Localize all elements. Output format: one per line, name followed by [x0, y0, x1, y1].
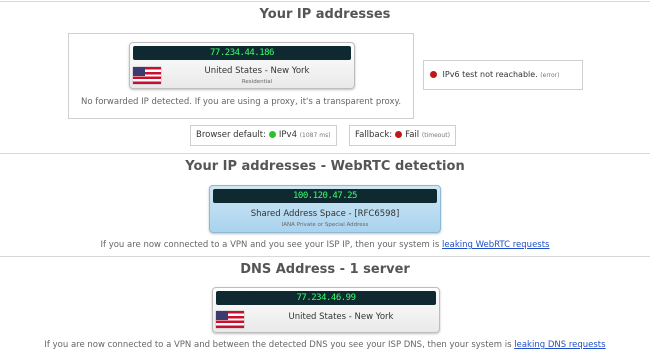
section-title-ip: Your IP addresses — [259, 7, 391, 22]
webrtc-note-text: If you are now connected to a VPN and yo… — [100, 240, 440, 250]
divider — [0, 256, 650, 257]
webrtc-sub: IANA Private or Special Address — [281, 222, 369, 228]
us-flag-icon — [216, 311, 244, 328]
ok-dot-icon — [268, 131, 276, 138]
browser-default-pill: Browser default: IPv4 (1087 ms) — [190, 125, 337, 146]
dns-note-text: If you are now connected to a VPN and be… — [44, 340, 512, 350]
ipv6-label: IPv6 test not reachable. — [442, 70, 538, 79]
section-title-dns: DNS Address - 1 server — [240, 262, 410, 277]
ip-results-box: 77.234.44.186 United States - New York R… — [68, 33, 414, 119]
error-dot-icon — [430, 71, 437, 78]
ip-card: 77.234.44.186 United States - New York R… — [129, 42, 355, 89]
divider — [0, 153, 650, 154]
dns-location: United States - New York — [288, 312, 394, 322]
webrtc-leak-link[interactable]: leaking WebRTC requests — [442, 240, 549, 250]
webrtc-ip-display[interactable]: 100.120.47.25 — [213, 189, 437, 203]
top-divider — [0, 1, 650, 2]
browser-default-time: (1087 ms) — [299, 132, 331, 139]
dns-leak-link[interactable]: leaking DNS requests — [514, 340, 605, 350]
ipv6-box: IPv6 test not reachable. (error) — [423, 60, 583, 90]
fallback-value: Fail — [405, 130, 420, 140]
ip-address-display[interactable]: 77.234.44.186 — [133, 46, 351, 60]
fallback-label: Fallback: — [355, 130, 393, 140]
ipv6-status: (error) — [540, 72, 560, 79]
forwarded-ip-note: No forwarded IP detected. If you are usi… — [80, 97, 402, 107]
webrtc-card: 100.120.47.25 Shared Address Space - [RF… — [209, 185, 441, 233]
fallback-status: (timeout) — [421, 132, 450, 139]
error-dot-icon — [395, 131, 403, 138]
browser-default-value: IPv4 — [278, 130, 297, 140]
browser-default-label: Browser default: — [196, 130, 266, 140]
dns-ip-display[interactable]: 77.234.46.99 — [216, 291, 436, 305]
dns-note: If you are now connected to a VPN and be… — [0, 340, 650, 350]
section-title-webrtc: Your IP addresses - WebRTC detection — [185, 159, 465, 174]
ip-type: Residential — [241, 79, 273, 85]
fallback-pill: Fallback: Fail (timeout) — [349, 125, 456, 146]
dns-card: 77.234.46.99 United States - New York — [212, 287, 440, 333]
webrtc-description: Shared Address Space - [RFC6598] — [250, 209, 400, 219]
us-flag-icon — [133, 67, 161, 84]
webrtc-note: If you are now connected to a VPN and yo… — [0, 240, 650, 250]
ip-location: United States - New York — [204, 66, 310, 76]
